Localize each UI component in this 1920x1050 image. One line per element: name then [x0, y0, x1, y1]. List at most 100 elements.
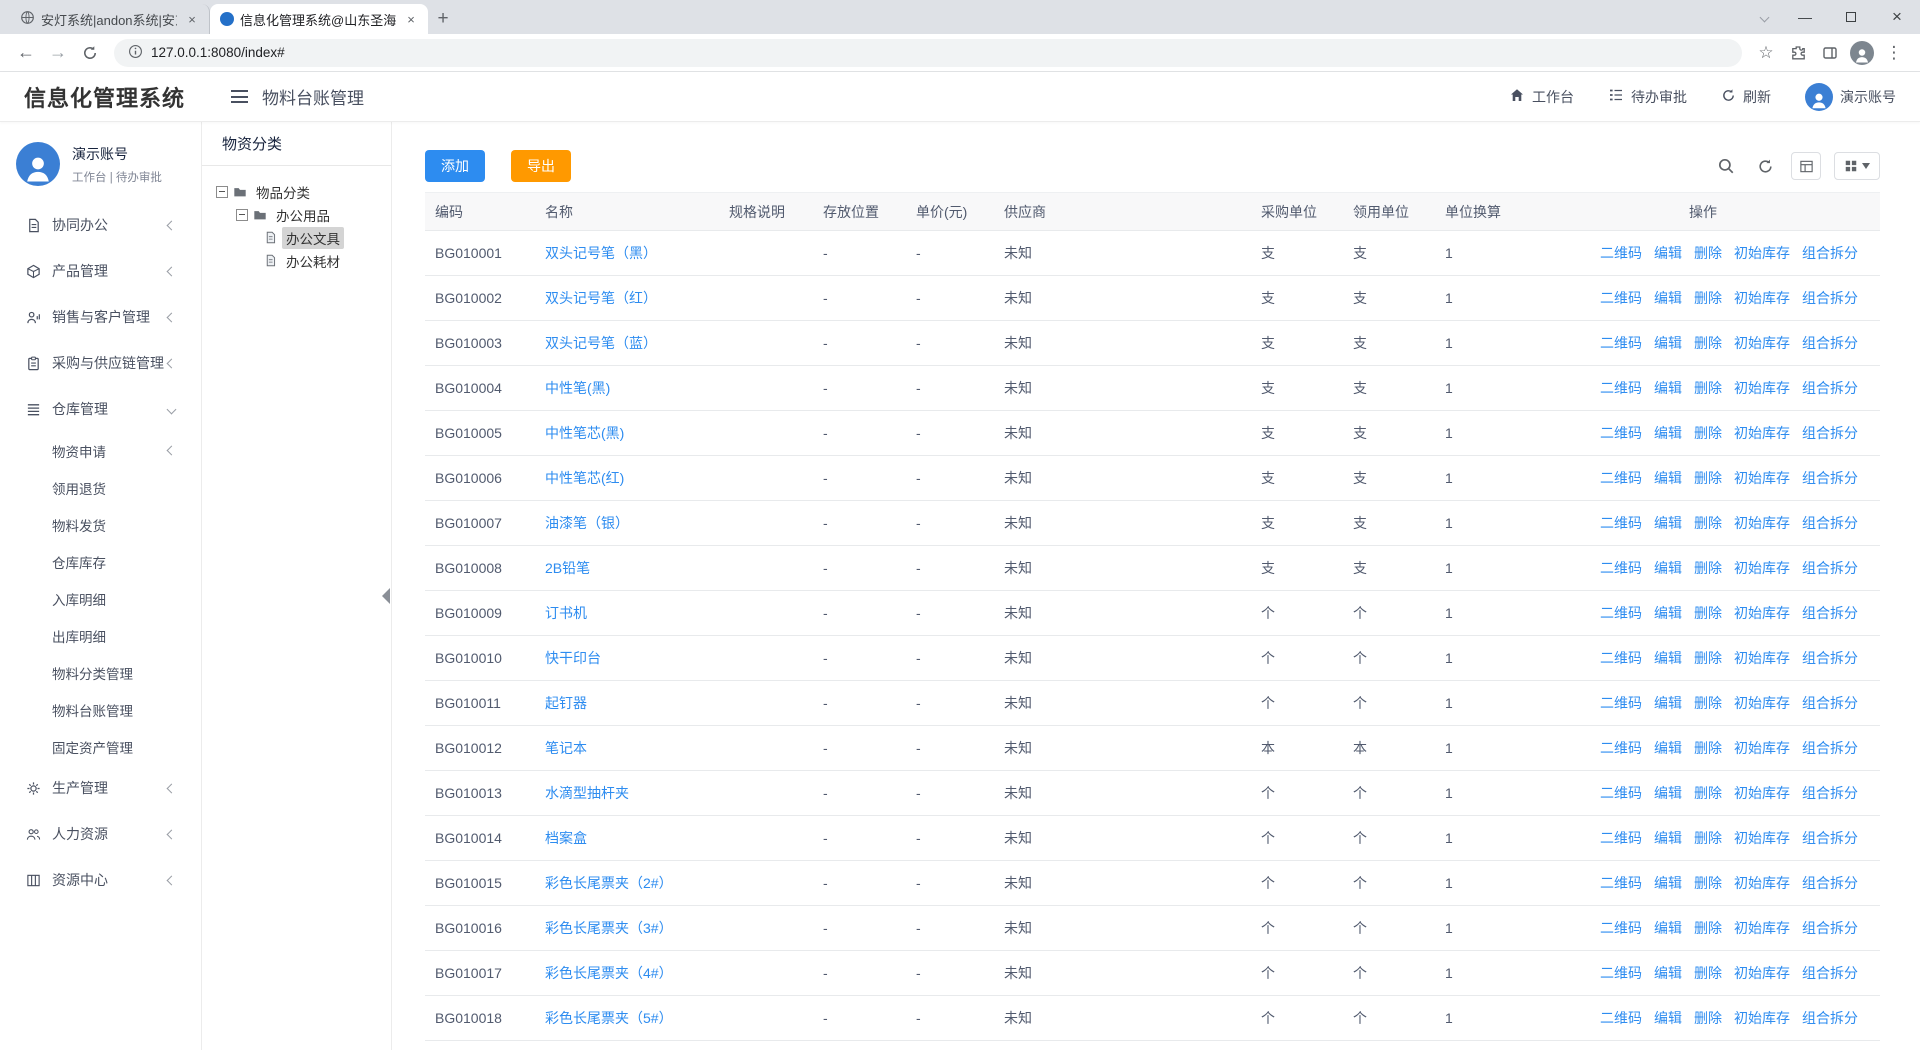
row-action-link[interactable]: 组合拆分 — [1802, 830, 1858, 846]
material-name-link[interactable]: 双头记号笔（红） — [545, 290, 657, 306]
material-name-link[interactable]: 中性笔芯(红) — [545, 470, 624, 486]
row-action-link[interactable]: 组合拆分 — [1802, 695, 1858, 711]
row-action-link[interactable]: 组合拆分 — [1802, 740, 1858, 756]
row-action-link[interactable]: 初始库存 — [1734, 515, 1790, 531]
row-action-link[interactable]: 组合拆分 — [1802, 245, 1858, 261]
row-action-link[interactable]: 组合拆分 — [1802, 965, 1858, 981]
row-action-link[interactable]: 初始库存 — [1734, 380, 1790, 396]
sidebar-item[interactable]: 仓库管理 — [0, 386, 201, 432]
row-action-link[interactable]: 编辑 — [1654, 245, 1682, 261]
tree-collapse-toggle-icon[interactable] — [216, 186, 228, 198]
row-action-link[interactable]: 二维码 — [1600, 380, 1642, 396]
row-action-link[interactable]: 二维码 — [1600, 740, 1642, 756]
row-action-link[interactable]: 组合拆分 — [1802, 380, 1858, 396]
sidebar-subitem[interactable]: 物料分类管理 — [0, 654, 201, 691]
layout-dropdown-button[interactable] — [1834, 152, 1880, 180]
row-action-link[interactable]: 删除 — [1694, 695, 1722, 711]
material-name-link[interactable]: 档案盒 — [545, 830, 587, 846]
forward-button[interactable]: → — [42, 37, 74, 69]
export-button[interactable]: 导出 — [511, 150, 571, 182]
material-name-link[interactable]: 油漆笔（银） — [545, 515, 629, 531]
new-tab-button[interactable]: + — [428, 4, 458, 34]
row-action-link[interactable]: 二维码 — [1600, 965, 1642, 981]
row-action-link[interactable]: 初始库存 — [1734, 1010, 1790, 1026]
table-refresh-icon[interactable] — [1752, 153, 1778, 179]
sidebar-subitem[interactable]: 物资申请 — [0, 432, 201, 469]
sidebar-subitem[interactable]: 固定资产管理 — [0, 728, 201, 765]
row-action-link[interactable]: 删除 — [1694, 290, 1722, 306]
row-action-link[interactable]: 删除 — [1694, 380, 1722, 396]
row-action-link[interactable]: 删除 — [1694, 830, 1722, 846]
collapse-panel-handle[interactable] — [379, 574, 393, 618]
row-action-link[interactable]: 删除 — [1694, 875, 1722, 891]
row-action-link[interactable]: 组合拆分 — [1802, 875, 1858, 891]
row-action-link[interactable]: 编辑 — [1654, 740, 1682, 756]
browser-profile-avatar[interactable] — [1846, 37, 1878, 69]
browser-tab-active[interactable]: 信息化管理系统@山东圣海光... × — [210, 4, 428, 34]
row-action-link[interactable]: 二维码 — [1600, 785, 1642, 801]
row-action-link[interactable]: 删除 — [1694, 560, 1722, 576]
row-action-link[interactable]: 删除 — [1694, 1010, 1722, 1026]
row-action-link[interactable]: 编辑 — [1654, 875, 1682, 891]
sidebar-subitem[interactable]: 仓库库存 — [0, 543, 201, 580]
row-action-link[interactable]: 二维码 — [1600, 515, 1642, 531]
row-action-link[interactable]: 二维码 — [1600, 560, 1642, 576]
tab-search-button[interactable] — [1746, 0, 1782, 34]
row-action-link[interactable]: 编辑 — [1654, 470, 1682, 486]
row-action-link[interactable]: 二维码 — [1600, 470, 1642, 486]
minimize-button[interactable]: — — [1782, 0, 1828, 34]
row-action-link[interactable]: 编辑 — [1654, 380, 1682, 396]
row-action-link[interactable]: 二维码 — [1600, 605, 1642, 621]
row-action-link[interactable]: 编辑 — [1654, 290, 1682, 306]
material-name-link[interactable]: 彩色长尾票夹（2#） — [545, 875, 673, 891]
row-action-link[interactable]: 编辑 — [1654, 695, 1682, 711]
row-action-link[interactable]: 初始库存 — [1734, 425, 1790, 441]
row-action-link[interactable]: 初始库存 — [1734, 560, 1790, 576]
tab-close-icon[interactable]: × — [183, 10, 201, 28]
material-name-link[interactable]: 彩色长尾票夹（4#） — [545, 965, 673, 981]
material-name-link[interactable]: 笔记本 — [545, 740, 587, 756]
row-action-link[interactable]: 删除 — [1694, 245, 1722, 261]
row-action-link[interactable]: 删除 — [1694, 965, 1722, 981]
row-action-link[interactable]: 组合拆分 — [1802, 785, 1858, 801]
row-action-link[interactable]: 初始库存 — [1734, 740, 1790, 756]
row-action-link[interactable]: 初始库存 — [1734, 605, 1790, 621]
sidebar-item[interactable]: 采购与供应链管理 — [0, 340, 201, 386]
address-bar[interactable]: 127.0.0.1:8080/index# — [114, 39, 1742, 67]
row-action-link[interactable]: 组合拆分 — [1802, 1010, 1858, 1026]
tree-node[interactable]: 办公耗材 — [210, 249, 383, 272]
row-action-link[interactable]: 二维码 — [1600, 290, 1642, 306]
row-action-link[interactable]: 删除 — [1694, 470, 1722, 486]
row-action-link[interactable]: 二维码 — [1600, 425, 1642, 441]
user-avatar[interactable] — [16, 142, 60, 186]
side-panel-icon[interactable] — [1814, 37, 1846, 69]
material-name-link[interactable]: 起钉器 — [545, 695, 587, 711]
menu-toggle-icon[interactable] — [231, 90, 248, 103]
material-name-link[interactable]: 水滴型抽杆夹 — [545, 785, 629, 801]
sidebar-item[interactable]: 人力资源 — [0, 811, 201, 857]
row-action-link[interactable]: 初始库存 — [1734, 965, 1790, 981]
row-action-link[interactable]: 编辑 — [1654, 560, 1682, 576]
row-action-link[interactable]: 编辑 — [1654, 515, 1682, 531]
browser-tab-andon[interactable]: 安灯系统|andon系统|安东系... × — [10, 4, 210, 34]
row-action-link[interactable]: 编辑 — [1654, 605, 1682, 621]
sidebar-item[interactable]: 协同办公 — [0, 202, 201, 248]
material-name-link[interactable]: 中性笔芯(黑) — [545, 425, 624, 441]
nav-refresh[interactable]: 刷新 — [1721, 87, 1771, 107]
tree-node[interactable]: 物品分类 — [210, 180, 383, 203]
nav-workbench[interactable]: 工作台 — [1509, 87, 1574, 107]
row-action-link[interactable]: 删除 — [1694, 920, 1722, 936]
sidebar-item[interactable]: 产品管理 — [0, 248, 201, 294]
sidebar-subitem[interactable]: 物料发货 — [0, 506, 201, 543]
row-action-link[interactable]: 二维码 — [1600, 1010, 1642, 1026]
row-action-link[interactable]: 编辑 — [1654, 965, 1682, 981]
sidebar-subitem[interactable]: 物料台账管理 — [0, 691, 201, 728]
close-window-button[interactable]: × — [1874, 0, 1920, 34]
material-name-link[interactable]: 2B铅笔 — [545, 560, 590, 576]
sidebar-item[interactable]: 销售与客户管理 — [0, 294, 201, 340]
row-action-link[interactable]: 编辑 — [1654, 335, 1682, 351]
row-action-link[interactable]: 二维码 — [1600, 650, 1642, 666]
row-action-link[interactable]: 初始库存 — [1734, 650, 1790, 666]
row-action-link[interactable]: 初始库存 — [1734, 335, 1790, 351]
row-action-link[interactable]: 初始库存 — [1734, 785, 1790, 801]
